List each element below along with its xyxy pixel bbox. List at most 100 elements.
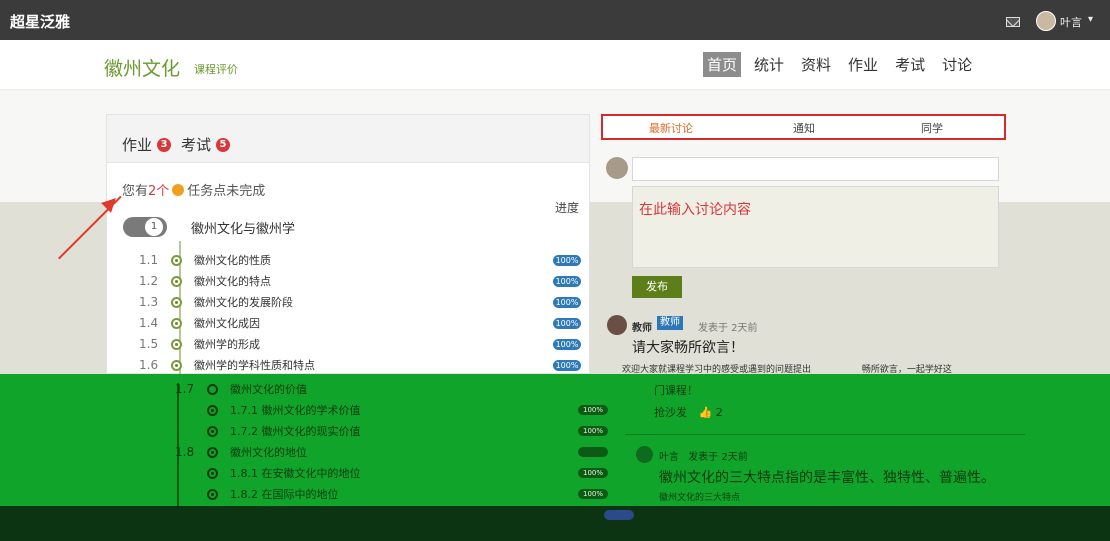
nav-materials[interactable]: 资料: [797, 52, 835, 77]
unfinished-suffix: 任务点未完成: [187, 184, 266, 199]
progress-badge: 100%: [578, 405, 608, 415]
discussion-title-input[interactable]: [632, 157, 999, 181]
brand-logo[interactable]: 超星泛雅: [10, 11, 70, 32]
top-bar: 超星泛雅 叶言 ▾: [0, 0, 1110, 40]
progress-badge: 100%: [578, 468, 608, 478]
page: 超星泛雅 叶言 ▾ 徽州文化 课程评价 首页 统计 资料 作业 考试 讨论 作业…: [0, 0, 1110, 541]
chapter-toggle[interactable]: 1: [123, 217, 167, 237]
unfinished-tasks: 您有 2个 任务点未完成: [122, 180, 265, 199]
post-author[interactable]: 教师: [632, 319, 652, 334]
task-dot-icon: [171, 296, 182, 308]
section-row[interactable]: 1.8 徽州文化的地位: [175, 443, 307, 461]
task-dot-icon: [171, 359, 182, 371]
chapter-number: 1: [145, 218, 163, 236]
progress-header: 进度: [555, 201, 580, 215]
section-number: 1.1: [139, 253, 159, 267]
section-title[interactable]: 徽州文化的价值: [230, 381, 307, 397]
task-panel: 作业 3 考试 5 您有 2个 任务点未完成 进度 1 徽州文化与徽州学 1.1…: [106, 114, 590, 381]
subsection-title[interactable]: 1.8.1 在安徽文化中的地位: [230, 465, 361, 481]
discussion-tabs: 最新讨论 通知 同学: [601, 114, 1006, 140]
task-dot-icon: [171, 317, 182, 329]
progress-badge: 100%: [553, 297, 581, 308]
post-title[interactable]: 请大家畅所欲言！: [632, 337, 744, 357]
section-title[interactable]: 徽州文化的地位: [230, 444, 307, 460]
tab-notice[interactable]: 通知: [793, 120, 815, 136]
task-dot-icon: [207, 425, 218, 437]
section-title[interactable]: 徽州文化成因: [194, 315, 260, 331]
section-row[interactable]: 1.1 徽州文化的性质: [139, 251, 271, 269]
teacher-avatar: [607, 315, 627, 335]
task-dot-icon: [207, 404, 218, 416]
section-row[interactable]: 1.4 徽州文化成因: [139, 314, 260, 332]
section-row[interactable]: 1.2 徽州文化的特点: [139, 272, 271, 290]
progress-badge: [578, 447, 608, 457]
teacher-badge: 教师: [657, 316, 683, 330]
subsection-row[interactable]: 1.8.1 在安徽文化中的地位: [207, 464, 361, 482]
user-name[interactable]: 叶言: [1060, 14, 1082, 30]
subsection-row[interactable]: 1.7.2 徽州文化的现实价值: [207, 422, 361, 440]
task-dot-icon: [171, 254, 182, 266]
chevron-down-icon[interactable]: ▾: [1088, 14, 1093, 25]
section-title[interactable]: 徽州文化的发展阶段: [194, 294, 293, 310]
post2-author[interactable]: 叶言: [659, 452, 679, 463]
subsection-row[interactable]: 1.8.2 在国际中的地位: [207, 485, 339, 503]
course-title[interactable]: 徽州文化: [104, 54, 180, 81]
course-header: 徽州文化 课程评价 首页 统计 资料 作业 考试 讨论: [0, 40, 1110, 90]
tab-latest-discussion[interactable]: 最新讨论: [649, 120, 693, 136]
nav-exam[interactable]: 考试: [891, 52, 929, 77]
chapter-title[interactable]: 徽州文化与徽州学: [191, 218, 295, 237]
section-title[interactable]: 徽州学的学科性质和特点: [194, 357, 315, 373]
nav-homework[interactable]: 作业: [844, 52, 882, 77]
nav-home[interactable]: 首页: [703, 52, 742, 77]
task-dot-icon: [207, 467, 218, 479]
homework-tab[interactable]: 作业: [122, 134, 152, 155]
post-button[interactable]: 发布: [632, 276, 682, 298]
reply-link-text: 抢沙发: [654, 406, 687, 419]
task-dot-icon: [207, 446, 218, 458]
section-row[interactable]: 1.3 徽州文化的发展阶段: [139, 293, 293, 311]
section-title[interactable]: 徽州文化的性质: [194, 252, 271, 268]
section-number: 1.2: [139, 274, 159, 288]
post-divider: [625, 434, 1025, 435]
section-row[interactable]: 1.6 徽州学的学科性质和特点: [139, 356, 315, 374]
subsection-row[interactable]: 1.7.1 徽州文化的学术价值: [207, 401, 361, 419]
progress-badge: [604, 510, 634, 520]
post2-meta: 叶言 发表于 2天前: [659, 448, 748, 463]
user-avatar[interactable]: [1036, 11, 1056, 31]
thumbs-up-icon[interactable]: 👍: [699, 406, 713, 419]
task-dot-icon: [171, 338, 182, 350]
post2-title[interactable]: 徽州文化的三大特点指的是丰富性、独特性、普遍性。: [659, 467, 995, 487]
progress-badge: 100%: [578, 426, 608, 436]
tab-classmates[interactable]: 同学: [921, 120, 943, 136]
task-panel-header: 作业 3 考试 5: [107, 115, 589, 163]
subsection-title[interactable]: 1.8.2 在国际中的地位: [230, 486, 339, 502]
like-count: 2: [715, 406, 723, 419]
task-dot-icon: [207, 383, 218, 395]
progress-badge: 100%: [553, 276, 581, 287]
subsection-title[interactable]: 1.7.2 徽州文化的现实价值: [230, 423, 361, 439]
nav-discussion[interactable]: 讨论: [938, 52, 976, 77]
section-number: 1.5: [139, 337, 159, 351]
dark-overlay: [0, 506, 1110, 541]
section-number: 1.6: [139, 358, 159, 372]
post-time: 发表于 2天前: [698, 323, 758, 334]
section-title[interactable]: 徽州学的形成: [194, 336, 260, 352]
section-row[interactable]: 1.5 徽州学的形成: [139, 335, 260, 353]
progress-badge: 100%: [553, 360, 581, 371]
exam-tab[interactable]: 考试: [181, 134, 211, 155]
mail-icon[interactable]: [1006, 17, 1020, 27]
course-nav: 首页 统计 资料 作业 考试 讨论: [703, 52, 976, 77]
section-row[interactable]: 1.7 徽州文化的价值: [175, 380, 307, 398]
nav-statistics[interactable]: 统计: [750, 52, 788, 77]
section-title[interactable]: 徽州文化的特点: [194, 273, 271, 289]
reply-link[interactable]: 抢沙发 👍 2: [654, 404, 723, 420]
progress-badge: 100%: [553, 318, 581, 329]
subsection-title[interactable]: 1.7.1 徽州文化的学术价值: [230, 402, 361, 418]
progress-badge: 100%: [553, 255, 581, 266]
course-evaluation-link[interactable]: 课程评价: [194, 61, 238, 77]
author-avatar: [636, 446, 653, 463]
unfinished-prefix: 您有: [122, 184, 149, 199]
discussion-content-input[interactable]: 在此输入讨论内容: [632, 186, 999, 268]
unfinished-count: 2个: [148, 184, 170, 199]
homework-count-badge: 3: [157, 137, 172, 152]
